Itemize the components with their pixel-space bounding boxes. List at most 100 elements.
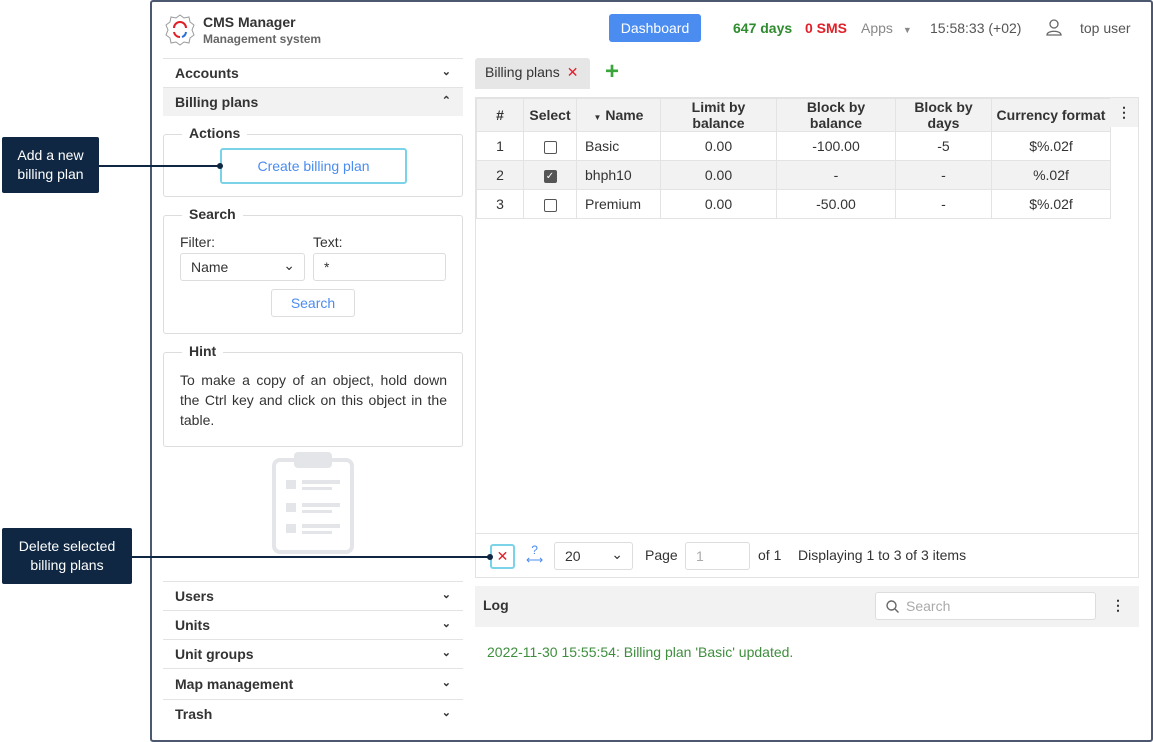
table-cell: -: [895, 160, 992, 190]
col-name-label: Name: [605, 107, 644, 123]
filter-select[interactable]: Name ⌄: [180, 253, 305, 281]
callout-line: [132, 556, 490, 558]
page-size-select[interactable]: 20 ⌄: [554, 542, 633, 570]
sidebar-item-accounts[interactable]: Accounts ⌄: [163, 58, 463, 87]
chevron-down-icon: ⌄: [441, 647, 451, 659]
table-cell: $%.02f: [991, 189, 1111, 219]
delete-selected-button[interactable]: ✕: [490, 544, 515, 569]
col-block-by-balance[interactable]: Block by balance: [776, 98, 896, 132]
clipboard-icon: [272, 448, 354, 557]
search-button[interactable]: Search: [271, 289, 355, 317]
callout-line: [99, 165, 220, 167]
log-title: Log: [483, 597, 509, 613]
search-legend: Search: [182, 206, 243, 222]
col-number[interactable]: #: [476, 98, 524, 132]
tab-label: Billing plans: [485, 64, 560, 80]
table-cell: -50.00: [776, 189, 896, 219]
apps-menu[interactable]: Apps ▼: [861, 20, 912, 36]
table-row[interactable]: 1 Basic 0.00 -100.00 -5 $%.02f: [476, 131, 1111, 161]
delete-icon: ✕: [496, 548, 509, 564]
divider: [476, 533, 1138, 534]
table-menu-icon[interactable]: ⋮: [1110, 98, 1138, 127]
table-cell: 2: [476, 160, 524, 190]
text-input[interactable]: *: [313, 253, 446, 281]
clock: 15:58:33 (+02): [930, 20, 1022, 36]
app-subtitle: Management system: [203, 32, 322, 46]
logo-icon: [163, 13, 197, 47]
table-row[interactable]: 2 ✓ bhph10 0.00- - %.02f: [476, 160, 1111, 190]
callout-dot: [217, 163, 223, 169]
hint-legend: Hint: [182, 343, 224, 359]
label: Units: [175, 617, 210, 633]
table-cell: -: [776, 160, 896, 190]
sidebar-item-trash[interactable]: Trash ⌄: [163, 699, 463, 728]
page-count: of 1: [758, 547, 782, 563]
callout-delete: Delete selected billing plans: [2, 528, 132, 584]
create-billing-plan-button[interactable]: Create billing plan: [220, 148, 407, 184]
sms-counter: 0 SMS: [805, 20, 848, 36]
billing-plans-table: # Select ▼ Name Limit by balance Block b…: [476, 98, 1111, 219]
chevron-down-icon: ⌄: [283, 257, 295, 273]
callout-dot: [487, 554, 493, 560]
display-info: Displaying 1 to 3 of 3 items: [798, 547, 967, 563]
col-name[interactable]: ▼ Name: [576, 98, 661, 132]
close-icon[interactable]: ✕: [567, 64, 579, 80]
col-limit-by-balance[interactable]: Limit by balance: [660, 98, 777, 132]
table-row[interactable]: 3 Premium 0.00 -50.00- $%.02f: [476, 189, 1111, 219]
page-input[interactable]: 1: [685, 542, 750, 570]
sidebar-item-billing-plans[interactable]: Billing plans ⌃: [163, 87, 463, 116]
add-tab-icon[interactable]: +: [605, 58, 619, 86]
select-checkbox-cell[interactable]: [523, 189, 577, 219]
table-cell: $%.02f: [991, 131, 1111, 161]
table-cell: -: [895, 189, 992, 219]
label: Trash: [175, 706, 213, 722]
resize-columns-icon[interactable]: ? ⟷: [526, 544, 543, 566]
actions-legend: Actions: [182, 125, 248, 141]
sort-desc-icon: ▼: [593, 113, 602, 122]
checkbox[interactable]: [543, 140, 557, 154]
checkbox[interactable]: ✓: [543, 169, 557, 183]
caret-down-icon: ▼: [902, 25, 912, 35]
label: Users: [175, 588, 214, 604]
page-label: Page: [645, 547, 678, 563]
table-cell: 0.00: [660, 189, 777, 219]
table-cell: %.02f: [991, 160, 1111, 190]
hint-text: To make a copy of an object, hold down t…: [180, 372, 447, 428]
chevron-down-icon: ⌄: [441, 66, 451, 78]
select-checkbox-cell[interactable]: ✓: [523, 160, 577, 190]
table-cell: 0.00: [660, 160, 777, 190]
table-cell: 0.00: [660, 131, 777, 161]
label: Accounts: [175, 65, 239, 81]
col-select[interactable]: Select: [523, 98, 577, 132]
col-currency-format[interactable]: Currency format: [991, 98, 1111, 132]
sidebar-item-unit-groups[interactable]: Unit groups ⌄: [163, 639, 463, 668]
label: Map management: [175, 676, 294, 692]
sidebar-item-map-management[interactable]: Map management ⌄: [163, 668, 463, 699]
label: Billing plans: [175, 94, 259, 110]
table-cell: 1: [476, 131, 524, 161]
select-checkbox-cell[interactable]: [523, 131, 577, 161]
log-search-input[interactable]: Search: [875, 592, 1096, 620]
user-name[interactable]: top user: [1080, 20, 1131, 36]
tab-billing-plans[interactable]: Billing plans ✕: [475, 58, 590, 89]
user-icon: [1046, 18, 1062, 39]
page-size-value: 20: [565, 548, 581, 564]
log-menu-icon[interactable]: ⋮: [1111, 597, 1125, 614]
chevron-down-icon: ⌄: [441, 677, 451, 689]
sidebar-item-units[interactable]: Units ⌄: [163, 610, 463, 639]
days-counter: 647 days: [733, 20, 793, 36]
search-icon: [886, 600, 899, 613]
app-title: CMS Manager: [203, 14, 296, 30]
dashboard-button[interactable]: Dashboard: [609, 14, 701, 42]
table-cell: bhph10: [576, 160, 661, 190]
table-cell: -100.00: [776, 131, 896, 161]
table-cell: Basic: [576, 131, 661, 161]
apps-label: Apps: [861, 20, 893, 36]
text-label: Text:: [313, 234, 343, 250]
col-block-by-days[interactable]: Block by days: [895, 98, 992, 132]
checkbox[interactable]: [543, 198, 557, 212]
chevron-down-icon: ⌄: [441, 618, 451, 630]
sidebar-item-users[interactable]: Users ⌄: [163, 581, 463, 610]
placeholder: Search: [906, 598, 951, 614]
table-cell: 3: [476, 189, 524, 219]
